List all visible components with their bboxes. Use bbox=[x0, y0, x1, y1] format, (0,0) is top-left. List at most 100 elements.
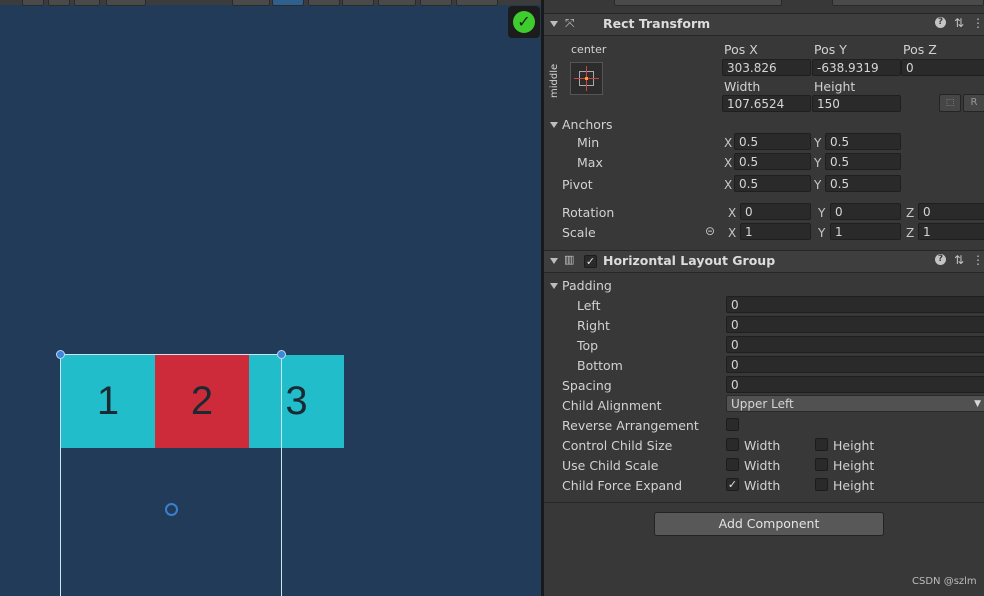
raw-edit-button[interactable]: R bbox=[963, 94, 984, 112]
preset-settings-icon[interactable]: ⇅ bbox=[954, 253, 964, 267]
toolbar-tab[interactable] bbox=[106, 0, 146, 6]
toolbar-tab[interactable] bbox=[308, 0, 340, 6]
axis-y-label: Y bbox=[818, 206, 826, 220]
spacing-field[interactable]: 0 bbox=[726, 376, 984, 393]
checkmark-icon: ✓ bbox=[513, 11, 535, 33]
use-scale-height-label: Height bbox=[833, 458, 875, 473]
axis-z-label: Z bbox=[906, 206, 915, 220]
anchor-preset-button[interactable] bbox=[570, 62, 603, 95]
pivot-handle[interactable] bbox=[165, 503, 178, 516]
anchor-min-y-field[interactable]: 0.5 bbox=[825, 133, 901, 150]
width-label: Width bbox=[724, 79, 761, 94]
toolbar-tab[interactable] bbox=[378, 0, 416, 6]
scene-view[interactable]: 1 2 3 ✓ bbox=[0, 0, 541, 596]
use-scale-width-checkbox[interactable] bbox=[726, 458, 739, 471]
reverse-arrangement-checkbox[interactable] bbox=[726, 418, 739, 431]
preset-settings-icon[interactable]: ⇅ bbox=[954, 16, 964, 30]
child-alignment-label: Child Alignment bbox=[562, 398, 662, 413]
layout-cell-3[interactable]: 3 bbox=[249, 355, 344, 448]
toolbar-tab[interactable] bbox=[420, 0, 452, 6]
layer-dropdown[interactable] bbox=[832, 0, 984, 6]
collapse-triangle-icon[interactable] bbox=[550, 21, 558, 27]
control-size-width-checkbox[interactable] bbox=[726, 438, 739, 451]
height-label: Height bbox=[814, 79, 856, 94]
control-size-width-label: Width bbox=[744, 438, 781, 453]
scale-z-field[interactable]: 1 bbox=[918, 223, 984, 240]
corner-handle-top-right[interactable] bbox=[277, 350, 286, 359]
rect-transform-header[interactable]: ⤧ Rect Transform ? ⇅ ⋮ bbox=[544, 13, 984, 36]
constrain-proportions-link-icon[interactable]: ⊝ bbox=[705, 224, 715, 238]
pos-x-field[interactable]: 303.826 bbox=[722, 59, 811, 76]
scale-label: Scale bbox=[562, 225, 596, 240]
anchor-vertical-label: middle bbox=[549, 63, 560, 98]
rotation-z-field[interactable]: 0 bbox=[918, 203, 984, 220]
padding-left-field[interactable]: 0 bbox=[726, 296, 984, 313]
width-field[interactable]: 107.6524 bbox=[722, 95, 811, 112]
anchors-label: Anchors bbox=[562, 117, 613, 132]
toolbar-tab[interactable] bbox=[48, 0, 70, 6]
padding-top-label: Top bbox=[577, 338, 599, 353]
pos-y-field[interactable]: -638.9319 bbox=[812, 59, 901, 76]
collapse-triangle-icon[interactable] bbox=[550, 258, 558, 264]
anchor-min-x-field[interactable]: 0.5 bbox=[734, 133, 811, 150]
child-force-expand-label: Child Force Expand bbox=[562, 478, 683, 493]
component-enabled-checkbox[interactable]: ✓ bbox=[584, 255, 597, 268]
pos-z-label: Pos Z bbox=[903, 42, 937, 57]
toolbar-tab[interactable] bbox=[342, 0, 374, 6]
force-expand-height-checkbox[interactable] bbox=[815, 478, 828, 491]
pos-z-field[interactable]: 0 bbox=[901, 59, 984, 76]
pivot-y-field[interactable]: 0.5 bbox=[825, 175, 901, 192]
force-expand-width-checkbox[interactable]: ✓ bbox=[726, 478, 739, 491]
reverse-arrangement-label: Reverse Arrangement bbox=[562, 418, 699, 433]
context-menu-icon[interactable]: ⋮ bbox=[972, 16, 984, 30]
force-expand-height-label: Height bbox=[833, 478, 875, 493]
axis-x-label: X bbox=[728, 206, 737, 220]
padding-right-field[interactable]: 0 bbox=[726, 316, 984, 333]
padding-label: Padding bbox=[562, 278, 612, 293]
rect-transform-icon: ⤧ bbox=[565, 16, 575, 30]
axis-y-label: Y bbox=[814, 178, 822, 192]
axis-y-label: Y bbox=[814, 156, 822, 170]
height-field[interactable]: 150 bbox=[812, 95, 901, 112]
rotation-y-field[interactable]: 0 bbox=[830, 203, 901, 220]
toolbar-tab[interactable] bbox=[74, 0, 100, 6]
axis-y-label: Y bbox=[814, 136, 822, 150]
layout-cell-2[interactable]: 2 bbox=[155, 355, 249, 448]
watermark: CSDN @szlm bbox=[912, 576, 977, 587]
help-icon[interactable]: ? bbox=[935, 254, 946, 265]
component-title: Rect Transform bbox=[603, 16, 711, 31]
padding-foldout-icon[interactable] bbox=[550, 283, 558, 289]
chevron-down-icon: ▼ bbox=[974, 399, 981, 409]
use-scale-height-checkbox[interactable] bbox=[815, 458, 828, 471]
toolbar-tab[interactable] bbox=[232, 0, 270, 6]
rotation-x-field[interactable]: 0 bbox=[740, 203, 811, 220]
anchor-center-dot bbox=[585, 77, 588, 80]
toolbar-tab[interactable] bbox=[22, 0, 44, 6]
scale-x-field[interactable]: 1 bbox=[740, 223, 811, 240]
child-alignment-dropdown[interactable]: Upper Left ▼ bbox=[726, 395, 984, 412]
blueprint-mode-button[interactable]: ⬚ bbox=[939, 94, 961, 112]
layout-cell-1[interactable]: 1 bbox=[61, 355, 155, 448]
padding-top-field[interactable]: 0 bbox=[726, 336, 984, 353]
toolbar-tab-active[interactable] bbox=[272, 0, 304, 6]
layout-group-header[interactable]: ▥ ✓ Horizontal Layout Group ? ⇅ ⋮ bbox=[544, 250, 984, 273]
pivot-x-field[interactable]: 0.5 bbox=[734, 175, 811, 192]
padding-bottom-label: Bottom bbox=[577, 358, 623, 373]
rect-edge-top bbox=[60, 354, 282, 355]
padding-bottom-field[interactable]: 0 bbox=[726, 356, 984, 373]
scale-y-field[interactable]: 1 bbox=[830, 223, 901, 240]
corner-handle-top-left[interactable] bbox=[56, 350, 65, 359]
toolbar-tab[interactable] bbox=[456, 0, 498, 6]
add-component-button[interactable]: Add Component bbox=[654, 512, 884, 536]
rect-edge-right bbox=[281, 355, 282, 596]
anchors-foldout-icon[interactable] bbox=[550, 122, 558, 128]
context-menu-icon[interactable]: ⋮ bbox=[972, 253, 984, 267]
anchor-max-x-field[interactable]: 0.5 bbox=[734, 153, 811, 170]
help-icon[interactable]: ? bbox=[935, 17, 946, 28]
tag-dropdown[interactable] bbox=[614, 0, 782, 6]
anchor-min-label: Min bbox=[577, 135, 600, 150]
control-size-height-checkbox[interactable] bbox=[815, 438, 828, 451]
control-child-size-label: Control Child Size bbox=[562, 438, 673, 453]
anchor-max-y-field[interactable]: 0.5 bbox=[825, 153, 901, 170]
spacing-label: Spacing bbox=[562, 378, 612, 393]
